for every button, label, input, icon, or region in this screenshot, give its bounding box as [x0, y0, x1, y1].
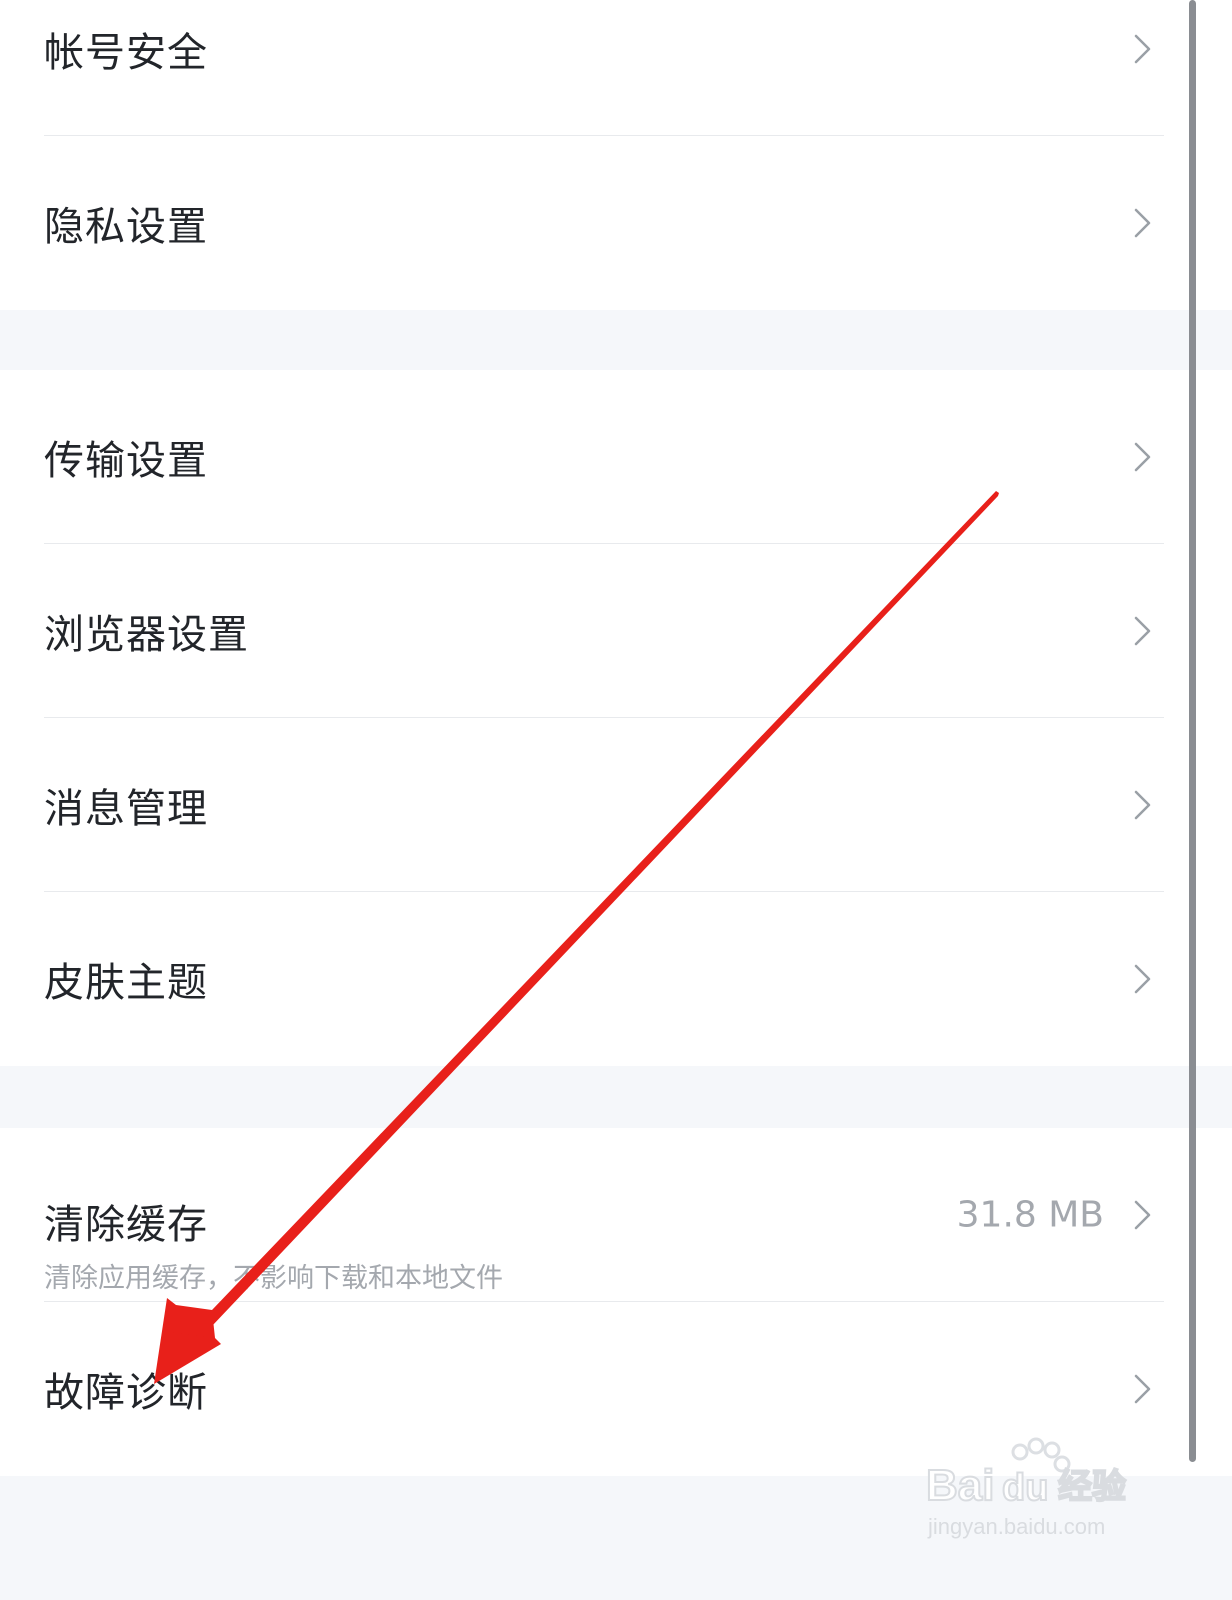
settings-item-privacy[interactable]: 隐私设置 — [0, 136, 1232, 310]
settings-item-diagnosis[interactable]: 故障诊断 — [0, 1302, 1232, 1476]
cache-size-value: 31.8 MB — [956, 1194, 1104, 1236]
settings-item-label: 传输设置 — [44, 438, 208, 484]
settings-item-browser[interactable]: 浏览器设置 — [0, 544, 1232, 718]
settings-group-general: 传输设置 浏览器设置 消息管理 皮肤主题 — [0, 370, 1232, 1066]
settings-item-messages[interactable]: 消息管理 — [0, 718, 1232, 892]
chevron-right-icon — [1130, 31, 1154, 67]
settings-item-label: 浏览器设置 — [44, 612, 249, 658]
settings-item-label: 故障诊断 — [44, 1370, 208, 1416]
chevron-right-icon — [1130, 439, 1154, 475]
clear-cache-description: 清除应用缓存，不影响下载和本地文件 — [44, 1263, 503, 1294]
settings-item-account-security[interactable]: 帐号安全 — [0, 0, 1232, 136]
chevron-right-icon — [1130, 1371, 1154, 1407]
chevron-right-icon — [1130, 1197, 1154, 1233]
settings-group-account: 帐号安全 隐私设置 — [0, 0, 1232, 310]
chevron-right-icon — [1130, 205, 1154, 241]
settings-item-clear-cache[interactable]: 清除缓存 清除应用缓存，不影响下载和本地文件 31.8 MB — [0, 1128, 1232, 1302]
chevron-right-icon — [1130, 961, 1154, 997]
settings-item-theme[interactable]: 皮肤主题 — [0, 892, 1232, 1066]
settings-item-label: 皮肤主题 — [44, 960, 208, 1006]
settings-group-maintenance: 清除缓存 清除应用缓存，不影响下载和本地文件 31.8 MB 故障诊断 — [0, 1128, 1232, 1476]
chevron-right-icon — [1130, 787, 1154, 823]
settings-item-label: 消息管理 — [44, 786, 208, 832]
clear-cache-label: 清除缓存 — [44, 1202, 208, 1248]
settings-item-label: 隐私设置 — [44, 204, 208, 250]
settings-page: 帐号安全 隐私设置 传输设置 浏览器设置 消息管理 皮肤主题 清除缓存 清除应用… — [0, 0, 1232, 1600]
settings-item-label: 帐号安全 — [44, 30, 208, 76]
vertical-scrollbar[interactable] — [1189, 0, 1196, 1462]
settings-item-transfer[interactable]: 传输设置 — [0, 370, 1232, 544]
chevron-right-icon — [1130, 613, 1154, 649]
svg-text:jingyan.baidu.com: jingyan.baidu.com — [927, 1514, 1105, 1539]
